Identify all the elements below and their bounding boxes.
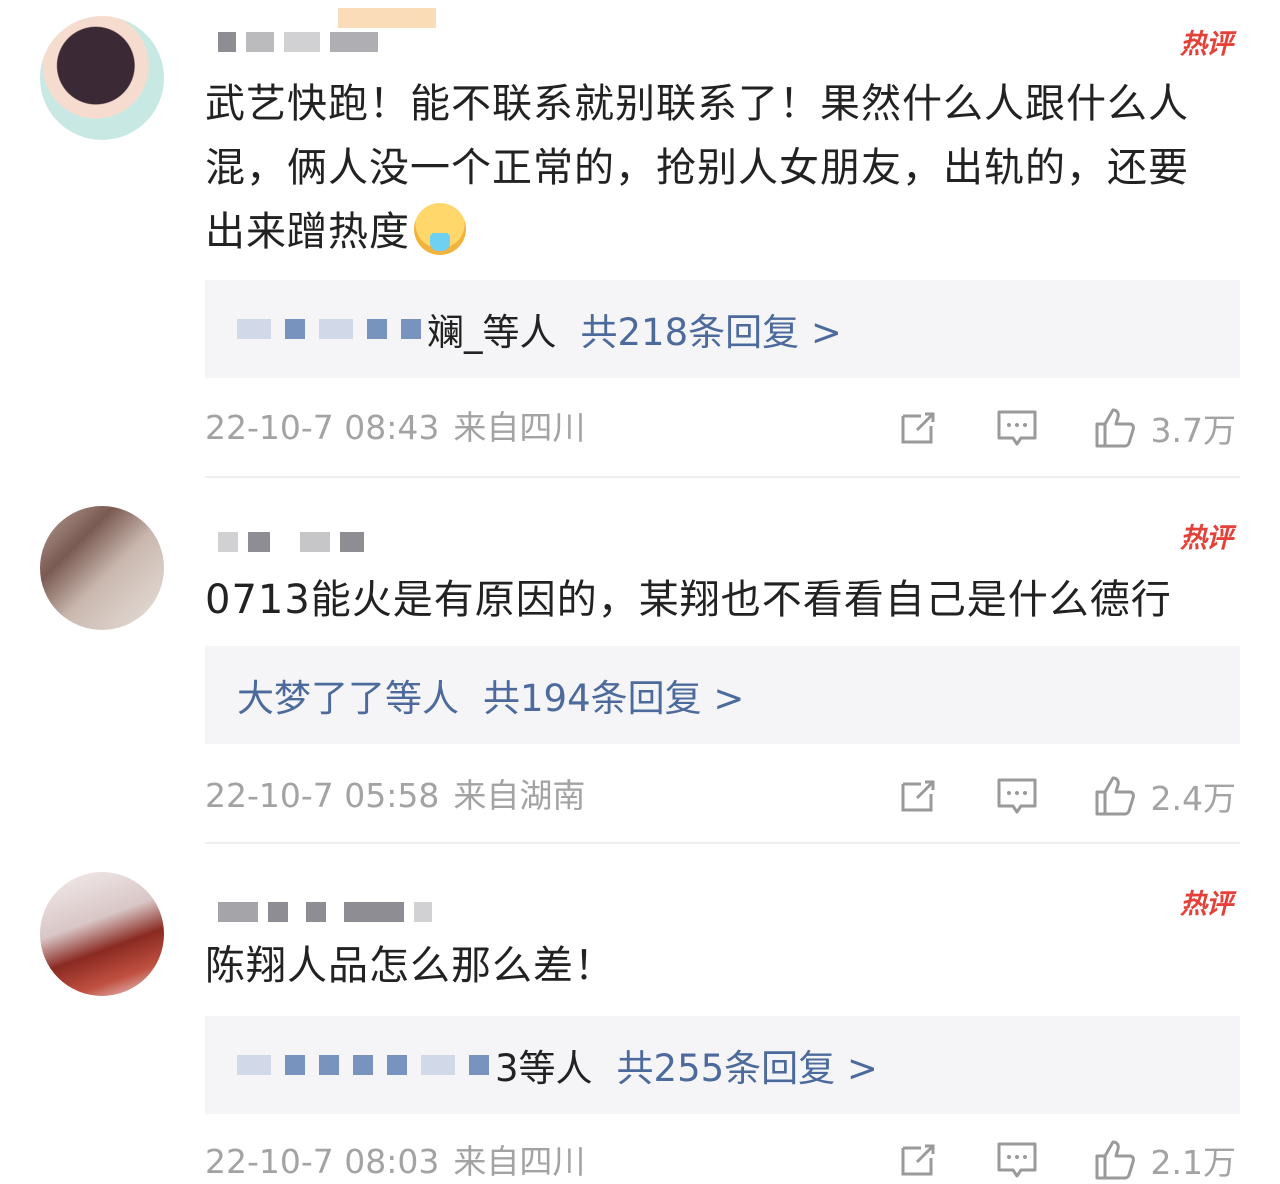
username-blurred[interactable] (218, 532, 364, 552)
username-blurred[interactable] (218, 32, 378, 52)
comment-meta: 22-10-7 08:43 来自四川 (205, 408, 585, 448)
comment-icon[interactable] (995, 1138, 1039, 1182)
reply-count-link[interactable]: 共255条回复 > (617, 1038, 878, 1092)
reply-users-label: 3等人 (495, 1047, 593, 1090)
comment-location: 来自四川 (453, 1142, 586, 1181)
like-count: 3.7万 (1150, 411, 1236, 450)
comment-icon[interactable] (995, 774, 1039, 818)
share-icon[interactable] (897, 1138, 941, 1182)
replies-preview[interactable]: 3等人 共255条回复 > (205, 1016, 1240, 1114)
avatar[interactable] (40, 872, 164, 996)
reply-users-label: 斓_等人 (427, 311, 557, 354)
username-highlight (338, 8, 436, 28)
reply-count-link[interactable]: 共218条回复 > (581, 302, 842, 356)
comment-text: 0713能火是有原因的，某翔也不看看自己是什么德行 (205, 577, 1172, 623)
comment-time: 22-10-7 08:03 (205, 1142, 440, 1181)
comment-actions: 3.7万 (897, 406, 1236, 450)
divider (205, 476, 1240, 478)
like-icon[interactable] (1093, 1138, 1137, 1182)
comment-time: 22-10-7 05:58 (205, 776, 440, 815)
replies-preview[interactable]: 大梦了了等人 共194条回复 > (205, 646, 1240, 744)
like-count: 2.4万 (1150, 779, 1236, 818)
comment-meta: 22-10-7 05:58 来自湖南 (205, 776, 585, 816)
hot-comment-badge: 热评 (1180, 523, 1233, 554)
replies-preview[interactable]: 斓_等人 共218条回复 > (205, 280, 1240, 378)
comment-meta: 22-10-7 08:03 来自四川 (205, 1142, 585, 1182)
reply-users-label: 大梦了了等人 (237, 677, 459, 720)
comment-location: 来自四川 (453, 408, 586, 447)
divider (205, 842, 1240, 844)
share-icon[interactable] (897, 406, 941, 450)
like-icon[interactable] (1093, 406, 1137, 450)
comment-time: 22-10-7 08:43 (205, 408, 440, 447)
like-icon[interactable] (1093, 774, 1137, 818)
comment-actions: 2.1万 (897, 1138, 1236, 1182)
share-icon[interactable] (897, 774, 941, 818)
comment-text: 武艺快跑！能不联系就别联系了！果然什么人跟什么人混，俩人没一个正常的，抢别人女朋… (205, 81, 1189, 255)
comment-text: 陈翔人品怎么那么差！ (205, 943, 615, 989)
vomit-emoji-icon (414, 203, 466, 255)
reply-users-blurred (237, 1055, 489, 1075)
like-count: 2.1万 (1150, 1143, 1236, 1182)
reply-users-blurred (237, 319, 421, 339)
comment-location: 来自湖南 (453, 776, 586, 815)
avatar[interactable] (40, 16, 164, 140)
username-blurred[interactable] (218, 902, 432, 922)
comment-actions: 2.4万 (897, 774, 1236, 818)
hot-comment-badge: 热评 (1180, 29, 1233, 60)
reply-count-link[interactable]: 共194条回复 > (483, 668, 744, 722)
avatar[interactable] (40, 506, 164, 630)
comment-icon[interactable] (995, 406, 1039, 450)
hot-comment-badge: 热评 (1180, 889, 1233, 920)
